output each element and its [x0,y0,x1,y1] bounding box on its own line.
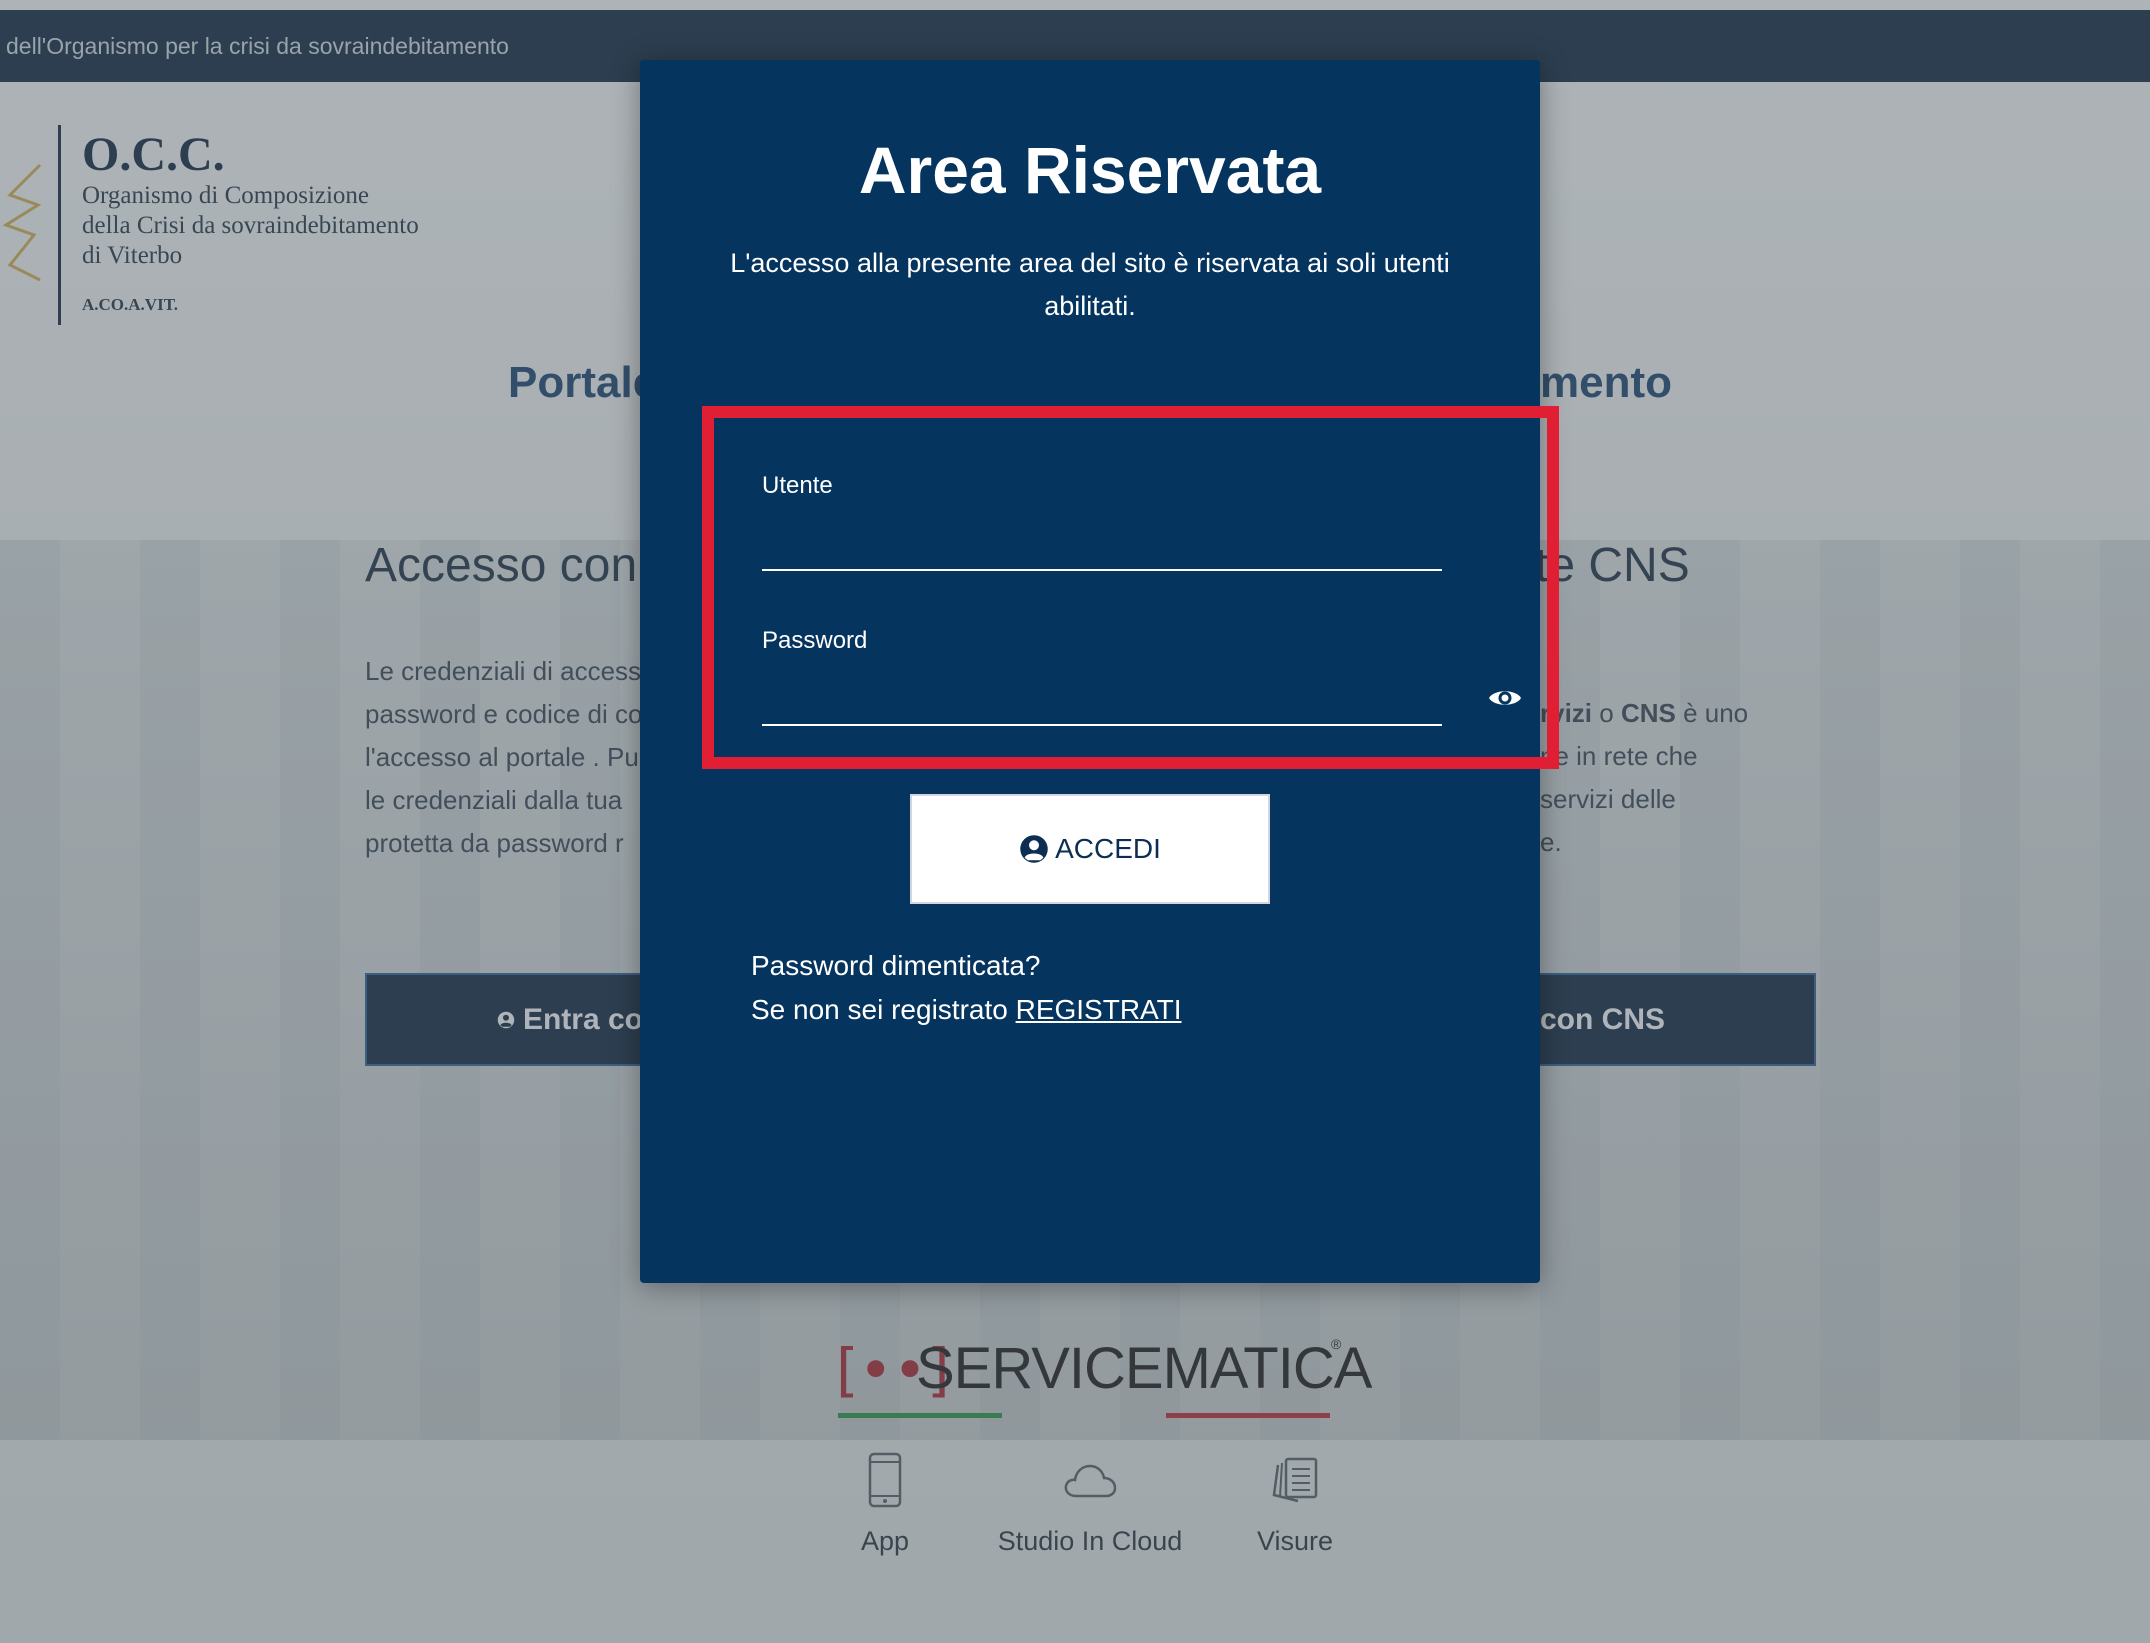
password-input[interactable] [762,682,1442,726]
modal-title: Area Riservata [858,133,1322,207]
forgot-password-link[interactable]: Password dimenticata? [751,950,1040,982]
user-circle-icon [1020,835,1048,863]
user-input[interactable] [762,527,1442,571]
register-prefix: Se non sei registrato [751,994,1016,1025]
user-label: Utente [762,472,833,499]
modal-description: L'accesso alla presente area del sito è … [730,248,1450,321]
show-password-toggle[interactable] [1487,680,1523,716]
register-line: Se non sei registrato REGISTRATI [751,994,1182,1026]
login-form-highlight: Utente Password [702,406,1559,769]
eye-icon [1489,691,1521,705]
password-label: Password [762,627,868,654]
accedi-button[interactable]: ACCEDI [910,794,1270,904]
login-modal: Area Riservata L'accesso alla presente a… [640,60,1559,1283]
accedi-label: ACCEDI [1055,833,1161,864]
register-link[interactable]: REGISTRATI [1016,994,1182,1025]
